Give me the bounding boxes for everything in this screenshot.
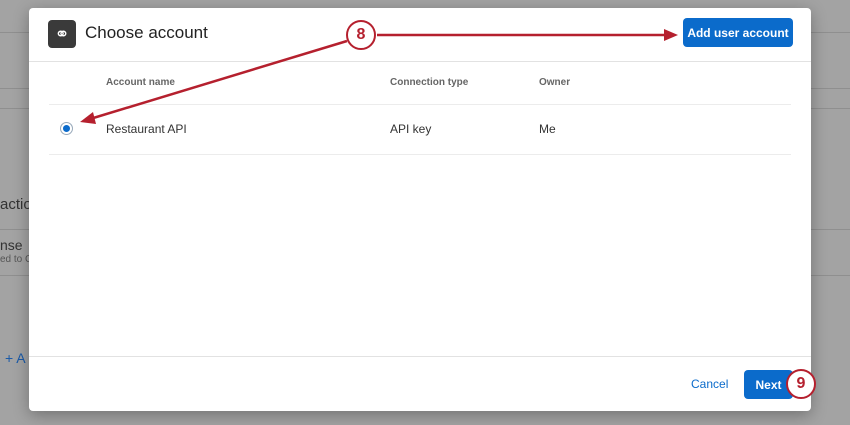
annotation-arrows xyxy=(80,29,678,124)
step-badge-8: 8 xyxy=(346,20,376,50)
step-badge-9: 9 xyxy=(786,369,816,399)
